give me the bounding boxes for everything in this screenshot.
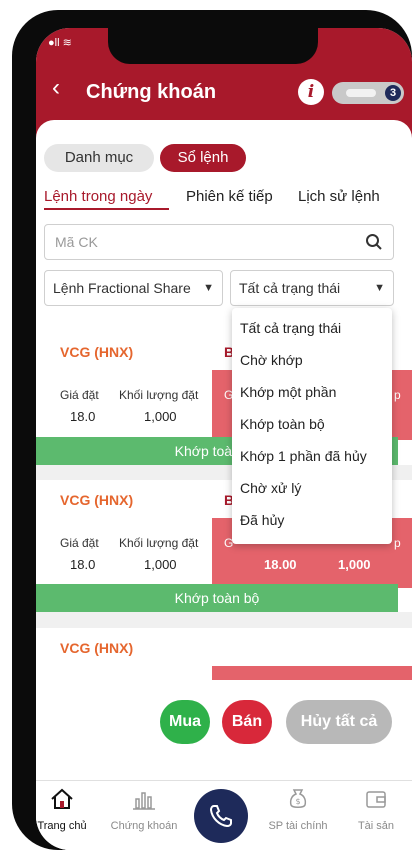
status-option-cancelled[interactable]: Đã hủy [240,512,284,528]
bar-chart-icon [133,792,155,810]
status-value: Tất cả trạng thái [239,280,341,296]
matched-price-value: 18.00 [264,557,297,572]
nav-assets-label: Tài sản [357,820,395,832]
bottom-nav: Trang chủ Chứng khoán $ SP tài chính Tài… [36,780,412,850]
matched-panel [212,666,412,680]
back-icon[interactable]: ‹ [52,76,60,100]
price-label: Giá đặt [60,536,99,550]
segment-order-book[interactable]: Sổ lệnh [160,144,246,172]
nav-financial-products-label: SP tài chính [268,820,328,832]
app-screen: ●ll ≋ ‹ Chứng khoán i 3 Danh mục Sổ lệnh… [36,28,412,850]
account-pill[interactable]: 3 [332,82,404,104]
tab-today-orders[interactable]: Lệnh trong ngày [44,188,152,205]
search-placeholder: Mã CK [55,234,98,250]
qty-value: 1,000 [144,557,177,572]
nav-assets[interactable]: Tài sản [336,787,412,832]
status-option-processing[interactable]: Chờ xử lý [240,480,301,496]
nav-stocks[interactable]: Chứng khoán [104,787,184,832]
order-symbol: VCG (HNX) [60,640,134,656]
masked-account [346,89,376,97]
search-input[interactable]: Mã CK [44,224,394,260]
order-card[interactable]: VCG (HNX) [36,628,412,680]
phone-frame: ●ll ≋ ‹ Chứng khoán i 3 Danh mục Sổ lệnh… [12,10,412,850]
order-type-select[interactable]: Lệnh Fractional Share ▼ [44,270,223,306]
status-icons: ●ll ≋ [48,37,72,49]
status-option-partial[interactable]: Khớp một phần [240,384,336,400]
info-icon[interactable]: i [298,79,324,105]
status-dropdown-menu: Tất cả trạng thái Chờ khớp Khớp một phần… [232,308,392,544]
status-option-full[interactable]: Khớp toàn bộ [240,416,325,432]
matched-qty-value: 1,000 [338,557,371,572]
phone-icon [209,805,232,828]
price-value: 18.0 [70,557,96,572]
call-button[interactable] [194,789,248,843]
order-status-bar: Khớp toàn bộ [36,584,398,612]
buy-button[interactable]: Mua [160,700,210,744]
qty-label: Khối lượng đặt [119,388,199,402]
qty-value: 1,000 [144,409,177,424]
matched-label-right: p [394,388,401,402]
status-select[interactable]: Tất cả trạng thái ▼ [230,270,394,306]
notification-badge: 3 [385,85,401,101]
tab-order-history[interactable]: Lịch sử lệnh [298,188,380,205]
segment-portfolio[interactable]: Danh mục [44,144,154,172]
price-value: 18.0 [70,409,96,424]
tab-next-session[interactable]: Phiên kế tiếp [186,188,273,205]
active-tab-indicator [44,208,169,210]
caret-down-icon: ▼ [374,282,385,294]
main-content: Danh mục Sổ lệnh Lệnh trong ngày Phiên k… [36,120,412,850]
status-option-pending-match[interactable]: Chờ khớp [240,352,303,368]
sell-button[interactable]: Bán [222,700,272,744]
nav-stocks-label: Chứng khoán [110,820,178,832]
page-title: Chứng khoán [86,81,217,103]
qty-label: Khối lượng đặt [119,536,199,550]
wallet-icon [366,791,386,808]
nav-home-label: Trang chủ [37,820,87,832]
caret-down-icon: ▼ [203,282,214,294]
home-icon [51,788,73,809]
order-symbol: VCG (HNX) [60,492,134,508]
search-icon[interactable] [365,233,383,251]
nav-home[interactable]: Trang chủ [36,787,102,832]
nav-financial-products[interactable]: $ SP tài chính [258,787,338,832]
cancel-all-button[interactable]: Hủy tất cả [286,700,392,744]
money-bag-icon: $ [289,789,307,808]
status-option-all[interactable]: Tất cả trạng thái [240,320,341,336]
status-option-partial-cancelled[interactable]: Khớp 1 phần đã hủy [240,448,367,464]
order-symbol: VCG (HNX) [60,344,134,360]
svg-text:$: $ [295,797,300,806]
price-label: Giá đặt [60,388,99,402]
notch [108,28,318,64]
order-type-value: Lệnh Fractional Share [53,280,191,296]
matched-label-right: p [394,536,401,550]
